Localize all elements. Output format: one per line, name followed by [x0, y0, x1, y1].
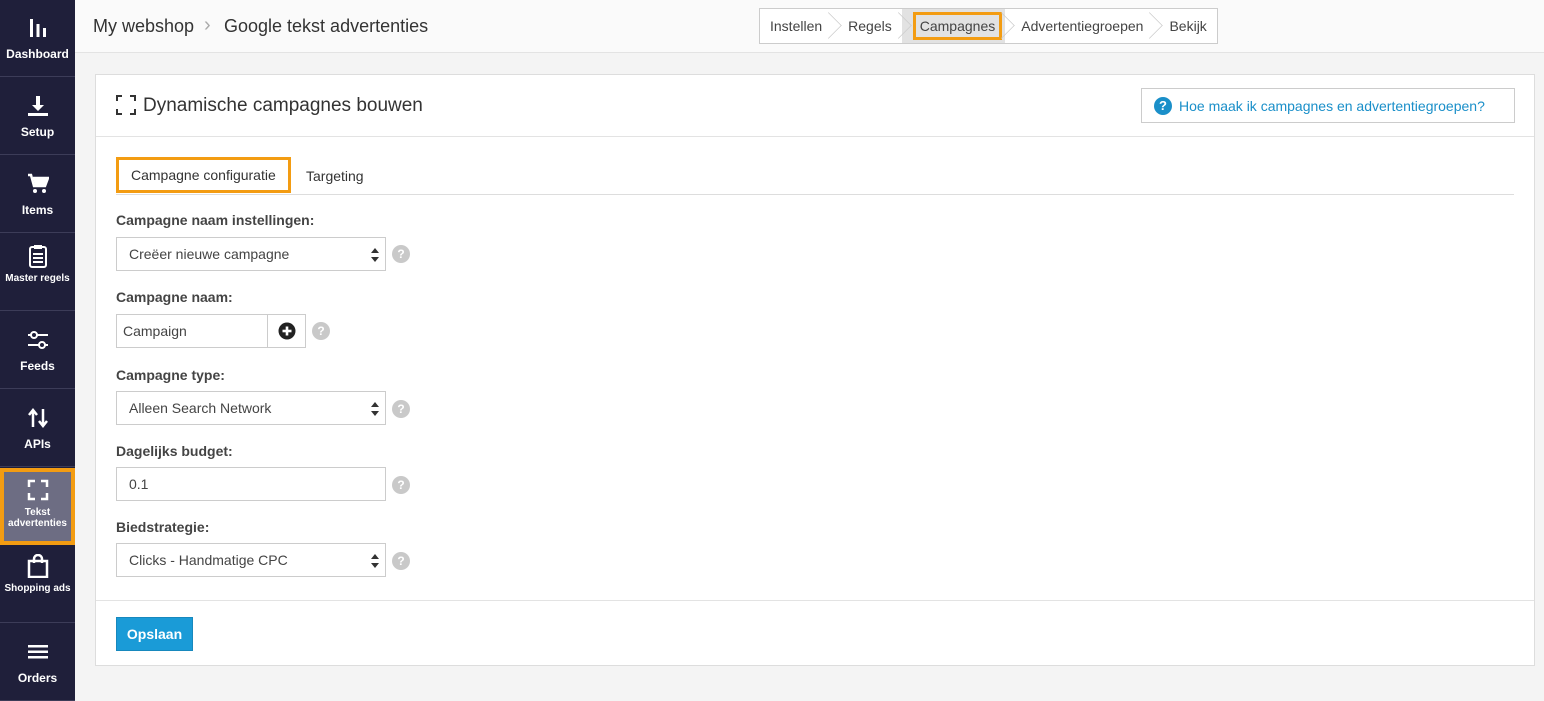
- sidebar-item-label: Items: [21, 203, 54, 217]
- sidebar-item-dashboard[interactable]: Dashboard: [0, 0, 75, 77]
- wizard-step-regels[interactable]: Regels: [832, 9, 902, 43]
- plus-circle-icon: [278, 322, 295, 340]
- bid-strategy-select[interactable]: Clicks - Handmatige CPC: [116, 543, 386, 577]
- sidebar-item-label: Tekst advertenties: [8, 507, 67, 529]
- sidebar-item-label: Orders: [17, 671, 58, 685]
- sidebar: Dashboard Setup Items Master regels Feed…: [0, 0, 75, 701]
- sidebar-item-orders[interactable]: Orders: [0, 624, 75, 701]
- page-title: Dynamische campagnes bouwen: [143, 95, 423, 116]
- sliders-icon: [26, 328, 50, 352]
- wizard-steps: Instellen Regels Campagnes Advertentiegr…: [759, 8, 1218, 44]
- sidebar-item-label: Master regels: [5, 273, 70, 284]
- breadcrumb-shop[interactable]: My webshop: [93, 16, 194, 37]
- fullscreen-icon: [116, 95, 136, 115]
- sidebar-item-label: Shopping ads: [4, 583, 71, 594]
- swap-vertical-icon: [26, 406, 50, 430]
- campaign-panel: Dynamische campagnes bouwen ? Hoe maak i…: [95, 74, 1535, 666]
- help-icon[interactable]: ?: [392, 400, 410, 418]
- sidebar-item-apis[interactable]: APIs: [0, 390, 75, 467]
- question-circle-icon: ?: [1154, 96, 1172, 115]
- select-arrows-icon: [371, 402, 379, 416]
- bar-chart-icon: [26, 16, 50, 40]
- sidebar-item-label: Dashboard: [6, 47, 69, 61]
- campaign-name-input[interactable]: Campaign: [116, 314, 268, 348]
- sidebar-item-setup[interactable]: Setup: [0, 78, 75, 155]
- help-icon[interactable]: ?: [392, 552, 410, 570]
- top-bar: My webshop › Google tekst advertenties I…: [75, 0, 1544, 53]
- wizard-step-advertentiegroepen[interactable]: Advertentiegroepen: [1005, 9, 1153, 43]
- panel-footer: Opslaan: [96, 600, 1534, 665]
- save-button[interactable]: Opslaan: [116, 617, 193, 651]
- tab-bar: Campagne configuratie Targeting: [116, 157, 1514, 195]
- name-settings-label: Campagne naam instellingen:: [116, 212, 315, 228]
- daily-budget-label: Dagelijks budget:: [116, 443, 233, 459]
- help-icon[interactable]: ?: [392, 245, 410, 263]
- fullscreen-icon: [26, 478, 50, 502]
- help-icon[interactable]: ?: [312, 322, 330, 340]
- breadcrumb-page: Google tekst advertenties: [224, 16, 429, 36]
- name-settings-select[interactable]: Creëer nieuwe campagne: [116, 237, 386, 271]
- campaign-name-label: Campagne naam:: [116, 289, 233, 305]
- sidebar-item-feeds[interactable]: Feeds: [0, 312, 75, 389]
- download-icon: [26, 94, 50, 118]
- select-arrows-icon: [371, 248, 379, 262]
- tab-campagne-configuratie[interactable]: Campagne configuratie: [116, 157, 291, 193]
- cart-icon: [26, 172, 50, 196]
- select-arrows-icon: [371, 554, 379, 568]
- tab-targeting[interactable]: Targeting: [306, 157, 364, 195]
- sidebar-item-tekst-advertenties[interactable]: Tekst advertenties: [0, 468, 75, 545]
- bid-strategy-label: Biedstrategie:: [116, 519, 210, 535]
- panel-header: Dynamische campagnes bouwen ? Hoe maak i…: [96, 75, 1534, 137]
- sidebar-item-master-regels[interactable]: Master regels: [0, 234, 75, 311]
- list-icon: [26, 640, 50, 664]
- sidebar-item-shopping-ads[interactable]: Shopping ads: [0, 546, 75, 623]
- sidebar-item-items[interactable]: Items: [0, 156, 75, 233]
- clipboard-icon: [26, 244, 50, 268]
- shopping-bag-icon: [26, 554, 50, 578]
- campaign-type-select[interactable]: Alleen Search Network: [116, 391, 386, 425]
- wizard-step-bekijk[interactable]: Bekijk: [1153, 9, 1216, 43]
- help-icon[interactable]: ?: [392, 476, 410, 494]
- wizard-step-campagnes[interactable]: Campagnes: [901, 9, 1006, 43]
- sidebar-item-label: APIs: [24, 437, 51, 451]
- help-link-button[interactable]: ? Hoe maak ik campagnes en advertentiegr…: [1141, 88, 1515, 123]
- sidebar-item-label: Feeds: [20, 359, 55, 373]
- chevron-right-icon: ›: [204, 14, 211, 36]
- wizard-step-instellen[interactable]: Instellen: [760, 9, 832, 43]
- add-name-button[interactable]: [267, 314, 306, 348]
- campaign-type-label: Campagne type:: [116, 367, 225, 383]
- sidebar-item-label: Setup: [20, 125, 55, 139]
- daily-budget-input[interactable]: 0.1: [116, 467, 386, 501]
